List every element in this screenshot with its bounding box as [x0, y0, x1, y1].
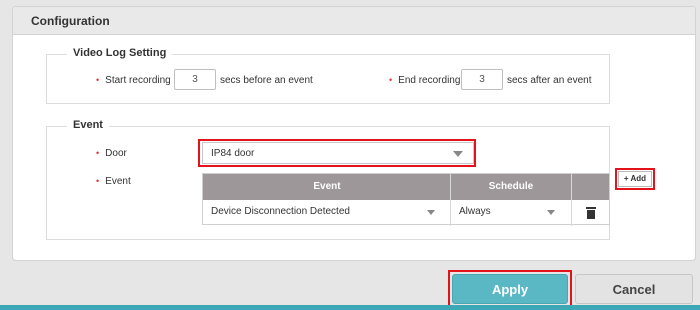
add-highlight-box — [615, 168, 655, 190]
bottom-accent-bar — [0, 305, 700, 310]
schedule-column-header: Schedule — [488, 181, 534, 192]
event-row-schedule-select[interactable]: Always — [459, 203, 565, 223]
chevron-down-icon — [547, 210, 555, 215]
panel-header: Configuration — [13, 7, 695, 35]
end-recording-label: • End recording — [389, 75, 461, 86]
chevron-down-icon — [427, 210, 435, 215]
required-bullet: • — [96, 148, 100, 158]
start-recording-input[interactable] — [174, 69, 216, 90]
end-recording-suffix: secs after an event — [507, 75, 592, 86]
event-row-event-select[interactable]: Device Disconnection Detected — [211, 203, 445, 223]
event-column-header: Event — [313, 181, 341, 192]
required-bullet: • — [389, 75, 393, 85]
event-row-event-value: Device Disconnection Detected — [211, 206, 350, 217]
cancel-button[interactable]: Cancel — [575, 274, 693, 304]
event-label: • Event — [96, 176, 131, 187]
event-table: Event Schedule Device Disconnection Dete… — [202, 173, 610, 226]
event-row-schedule-value: Always — [459, 206, 491, 217]
required-bullet: • — [96, 176, 100, 186]
door-label: • Door — [96, 148, 127, 159]
end-recording-input[interactable] — [461, 69, 503, 90]
video-log-legend: Video Log Setting — [67, 47, 173, 59]
panel-title: Configuration — [31, 14, 110, 28]
start-recording-suffix: secs before an event — [220, 75, 313, 86]
start-recording-label: • Start recording — [96, 75, 171, 86]
door-highlight-box — [198, 139, 476, 167]
column-divider — [571, 174, 572, 226]
column-divider — [450, 174, 451, 226]
apply-highlight-box — [448, 270, 572, 308]
trash-icon[interactable] — [586, 207, 596, 219]
required-bullet: • — [96, 75, 100, 85]
event-legend: Event — [67, 119, 109, 131]
